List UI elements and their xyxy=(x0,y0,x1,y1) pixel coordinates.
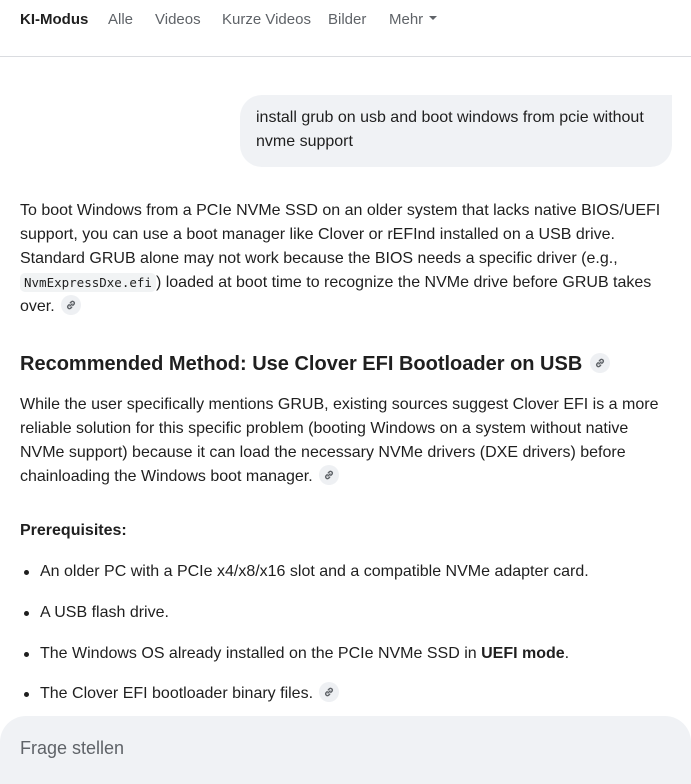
source-link-chip[interactable] xyxy=(61,294,82,315)
answer-paragraph-clover: While the user specifically mentions GRU… xyxy=(20,393,672,489)
clover-text: While the user specifically mentions GRU… xyxy=(20,396,659,485)
bullet-icon xyxy=(24,570,29,575)
list-item-text: An older PC with a PCIe x4/x8/x16 slot a… xyxy=(40,563,589,580)
driver-filename-code: NvmExpressDxe.efi xyxy=(20,273,156,292)
list-item: The Windows OS already installed on the … xyxy=(20,642,672,666)
section-heading-text: Recommended Method: Use Clover EFI Bootl… xyxy=(20,353,583,375)
intro-text: To boot Windows from a PCIe NVMe SSD on … xyxy=(20,202,661,267)
source-link-chip[interactable] xyxy=(319,682,340,703)
link-icon xyxy=(325,687,334,697)
source-link-chip[interactable] xyxy=(319,464,340,485)
tab-ki-modus[interactable]: KI-Modus xyxy=(20,11,88,29)
section-heading: Recommended Method: Use Clover EFI Bootl… xyxy=(20,350,672,378)
tab-videos[interactable]: Videos xyxy=(155,11,201,29)
bullet-icon xyxy=(24,692,29,698)
tab-mehr-label: Mehr xyxy=(389,11,424,28)
list-item-text: A USB flash drive. xyxy=(40,603,169,621)
list-item: An older PC with a PCIe x4/x8/x16 slot a… xyxy=(20,560,672,584)
tab-kurze-videos[interactable]: Kurze Videos xyxy=(222,11,311,29)
bullet-icon xyxy=(24,651,29,657)
user-query-bubble: install grub on usb and boot windows fro… xyxy=(240,95,672,167)
answer-paragraph-intro: To boot Windows from a PCIe NVMe SSD on … xyxy=(20,199,672,319)
link-icon xyxy=(595,358,604,368)
source-link-chip[interactable] xyxy=(589,352,610,373)
search-mode-tabs: KI-Modus Alle Videos Kurze Videos Bilder… xyxy=(0,0,691,57)
list-item: A USB flash drive. xyxy=(20,601,672,625)
prerequisites-heading: Prerequisites: xyxy=(20,522,127,539)
list-item-bold: UEFI mode xyxy=(481,644,565,662)
list-item-text: The Clover EFI bootloader binary files. xyxy=(40,685,314,703)
tab-mehr[interactable]: Mehr xyxy=(389,11,438,29)
bullet-icon xyxy=(24,610,29,616)
chevron-down-icon xyxy=(429,16,438,21)
link-icon xyxy=(67,300,76,310)
link-icon xyxy=(325,470,334,480)
prerequisites-list: An older PC with a PCIe x4/x8/x16 slot a… xyxy=(20,560,672,723)
ask-question-input[interactable] xyxy=(20,736,620,760)
tab-bilder[interactable]: Bilder xyxy=(328,11,366,29)
tab-alle[interactable]: Alle xyxy=(108,11,133,29)
list-item-text-end: . xyxy=(564,644,570,662)
list-item: The Clover EFI bootloader binary files. xyxy=(20,682,672,706)
list-item-text: The Windows OS already installed on the … xyxy=(40,644,482,662)
